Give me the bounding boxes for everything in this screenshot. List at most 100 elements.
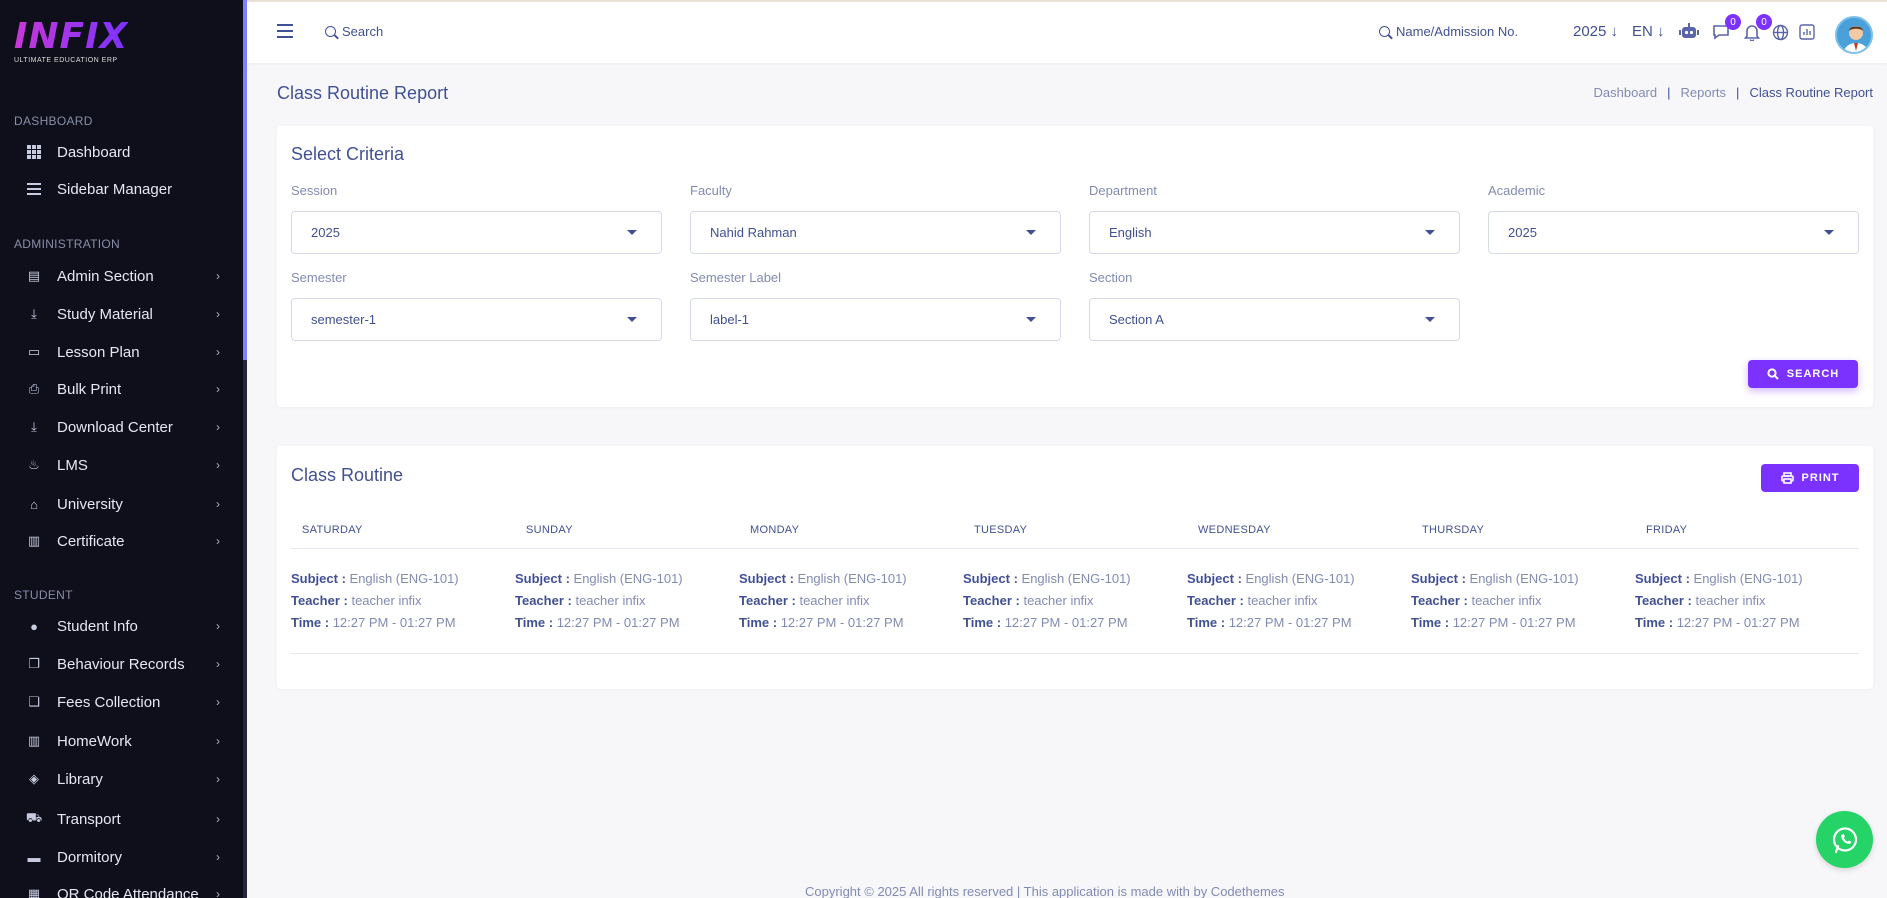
sidebar-item-dormitory[interactable]: ▬ Dormitory › bbox=[0, 842, 240, 872]
chevron-right-icon: › bbox=[216, 695, 220, 709]
breadcrumb-reports[interactable]: Reports bbox=[1681, 85, 1727, 100]
chevron-right-icon: › bbox=[216, 420, 220, 434]
select-criteria-card: Select Criteria Session 2025 Faculty Nah… bbox=[277, 126, 1873, 407]
semester-label-select[interactable]: label-1 bbox=[690, 298, 1061, 341]
column-header-friday: FRIDAY bbox=[1646, 524, 1688, 536]
student-search-label: Name/Admission No. bbox=[1396, 24, 1519, 39]
column-header-wednesday: WEDNESDAY bbox=[1198, 524, 1271, 536]
language-selector[interactable]: EN ↓ bbox=[1632, 23, 1665, 40]
print-button[interactable]: PRINT bbox=[1761, 464, 1859, 492]
sidebar-item-lesson-plan[interactable]: ▭ Lesson Plan › bbox=[0, 337, 240, 367]
sidebar-item-certificate[interactable]: ▥ Certificate › bbox=[0, 526, 240, 556]
sidebar-item-label: Behaviour Records bbox=[57, 655, 185, 673]
academic-label: Academic bbox=[1488, 183, 1546, 198]
sidebar-item-label: Student Info bbox=[57, 617, 138, 635]
subject-value: English (ENG-101) bbox=[573, 571, 683, 586]
column-header-thursday: THURSDAY bbox=[1422, 524, 1485, 536]
sidebar-item-study-material[interactable]: ⤓ Study Material › bbox=[0, 299, 240, 329]
routine-cell-wednesday: Subject : English (ENG-101) Teacher : te… bbox=[1187, 568, 1355, 634]
sidebar-item-homework[interactable]: ▥ HomeWork › bbox=[0, 726, 240, 756]
section-select[interactable]: Section A bbox=[1089, 298, 1460, 341]
sidebar-item-label: University bbox=[57, 495, 123, 513]
session-select[interactable]: 2025 bbox=[291, 211, 662, 254]
time-label: Time : bbox=[1187, 615, 1226, 630]
robot-icon[interactable] bbox=[1679, 22, 1699, 42]
sidebar-item-label: Download Center bbox=[57, 418, 173, 436]
printer-icon: ⎙ bbox=[28, 381, 40, 396]
column-header-sunday: SUNDAY bbox=[526, 524, 573, 536]
breadcrumb-current: Class Routine Report bbox=[1749, 85, 1873, 100]
menu-toggle-icon[interactable] bbox=[277, 24, 293, 38]
semester-label: Semester bbox=[291, 270, 347, 285]
caret-down-icon bbox=[1824, 230, 1834, 235]
academic-select[interactable]: 2025 bbox=[1488, 211, 1859, 254]
semester-select[interactable]: semester-1 bbox=[291, 298, 662, 341]
time-label: Time : bbox=[963, 615, 1002, 630]
sidebar-item-admin-section[interactable]: ▤ Admin Section › bbox=[0, 261, 240, 291]
chevron-right-icon: › bbox=[216, 307, 220, 321]
row-divider bbox=[291, 653, 1859, 654]
arrow-down-icon: ↓ bbox=[1657, 23, 1665, 40]
caret-down-icon bbox=[1026, 230, 1036, 235]
sidebar-section-dashboard: DASHBOARD bbox=[14, 114, 93, 128]
sidebar-item-bulk-print[interactable]: ⎙ Bulk Print › bbox=[0, 374, 240, 404]
time-label: Time : bbox=[739, 615, 778, 630]
sidebar-item-dashboard[interactable]: Dashboard bbox=[0, 137, 240, 167]
logo[interactable]: INFIX ULTIMATE EDUCATION ERP bbox=[14, 16, 129, 65]
search-icon bbox=[1379, 26, 1390, 37]
routine-title: Class Routine bbox=[291, 465, 404, 485]
sidebar-item-university[interactable]: ⌂ University › bbox=[0, 489, 240, 519]
department-select[interactable]: English bbox=[1089, 211, 1460, 254]
search-button[interactable]: SEARCH bbox=[1748, 360, 1858, 388]
chevron-right-icon: › bbox=[216, 850, 220, 864]
time-value: 12:27 PM - 01:27 PM bbox=[332, 615, 456, 630]
subject-label: Subject : bbox=[1411, 571, 1466, 586]
chat-badge: 0 bbox=[1725, 14, 1741, 30]
chat-icon[interactable]: 0 bbox=[1711, 14, 1741, 42]
sidebar-item-lms[interactable]: ♨ LMS › bbox=[0, 450, 240, 480]
subject-value: English (ENG-101) bbox=[1245, 571, 1355, 586]
caret-down-icon bbox=[627, 317, 637, 322]
print-button-label: PRINT bbox=[1801, 472, 1840, 484]
list-icon bbox=[26, 181, 42, 197]
bell-icon[interactable]: 0 bbox=[1742, 14, 1772, 42]
breadcrumb-dashboard[interactable]: Dashboard bbox=[1594, 85, 1658, 100]
student-search[interactable]: Name/Admission No. bbox=[1379, 24, 1518, 39]
globe-icon[interactable] bbox=[1770, 22, 1790, 42]
chevron-right-icon: › bbox=[216, 534, 220, 548]
sidebar-item-sidebar-manager[interactable]: Sidebar Manager bbox=[0, 174, 240, 204]
chevron-right-icon: › bbox=[216, 772, 220, 786]
semester-label-label: Semester Label bbox=[690, 270, 782, 285]
column-header-monday: MONDAY bbox=[750, 524, 800, 536]
book-icon: ▥ bbox=[27, 733, 41, 748]
sidebar-item-label: QR Code Attendance bbox=[57, 885, 199, 898]
routine-cell-saturday: Subject : English (ENG-101) Teacher : te… bbox=[291, 568, 459, 634]
subject-label: Subject : bbox=[515, 571, 570, 586]
sidebar-item-qr-code-attendance[interactable]: ▦ QR Code Attendance › bbox=[0, 879, 240, 898]
sidebar-item-label: LMS bbox=[57, 456, 88, 474]
admin-icon: ▤ bbox=[27, 268, 41, 283]
sidebar-item-library[interactable]: ◈ Library › bbox=[0, 764, 240, 794]
library-icon: ◈ bbox=[29, 771, 39, 786]
avatar[interactable] bbox=[1835, 16, 1873, 54]
sidebar-item-label: Library bbox=[57, 770, 103, 788]
year-selector[interactable]: 2025 ↓ bbox=[1573, 23, 1618, 40]
whatsapp-button[interactable] bbox=[1816, 811, 1873, 868]
sidebar-section-student: STUDENT bbox=[14, 588, 73, 602]
teacher-label: Teacher : bbox=[963, 593, 1020, 608]
sidebar-item-behaviour-records[interactable]: ❐ Behaviour Records › bbox=[0, 649, 240, 679]
sidebar-item-fees-collection[interactable]: ❏ Fees Collection › bbox=[0, 687, 240, 717]
download-icon: ⤓ bbox=[31, 419, 37, 434]
sidebar-item-transport[interactable]: ⛟ Transport › bbox=[0, 804, 240, 834]
lesson-icon: ▭ bbox=[27, 344, 41, 359]
logo-text: INFIX bbox=[14, 16, 129, 57]
faculty-select[interactable]: Nahid Rahman bbox=[690, 211, 1061, 254]
sidebar-item-download-center[interactable]: ⤓ Download Center › bbox=[0, 412, 240, 442]
session-label: Session bbox=[291, 183, 338, 198]
global-search[interactable]: Search bbox=[325, 24, 383, 39]
subject-value: English (ENG-101) bbox=[1021, 571, 1131, 586]
chart-icon[interactable] bbox=[1797, 22, 1817, 42]
subject-label: Subject : bbox=[291, 571, 346, 586]
sidebar-item-student-info[interactable]: ● Student Info › bbox=[0, 611, 240, 641]
time-value: 12:27 PM - 01:27 PM bbox=[1228, 615, 1352, 630]
